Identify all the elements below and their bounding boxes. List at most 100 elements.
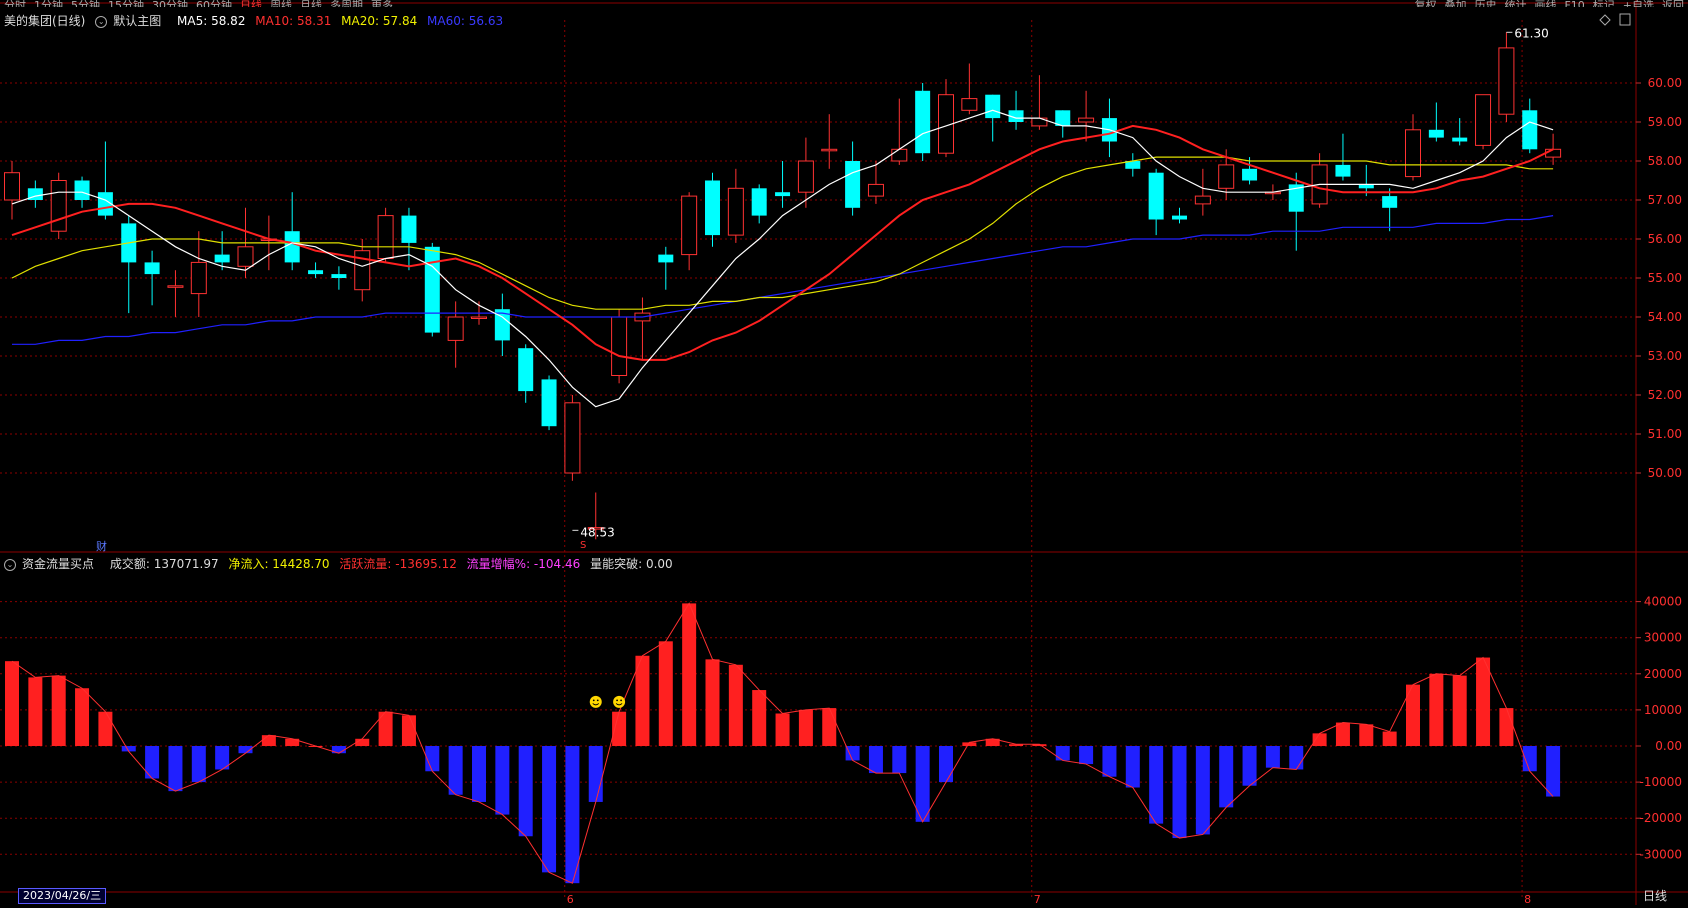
candle-up[interactable] <box>1218 164 1235 189</box>
flow-bar-positive[interactable] <box>752 690 767 746</box>
flow-bar-positive[interactable] <box>75 688 90 746</box>
candle-up[interactable] <box>167 285 184 288</box>
smiley-icon[interactable] <box>589 695 602 708</box>
flow-bar-negative[interactable] <box>1219 746 1234 808</box>
flow-bar-negative[interactable] <box>168 746 183 792</box>
flow-bar-positive[interactable] <box>658 641 673 746</box>
flow-bar-negative[interactable] <box>1195 746 1210 835</box>
flow-bar-positive[interactable] <box>1359 724 1374 746</box>
candle-up[interactable] <box>1545 148 1562 158</box>
candle-down[interactable] <box>308 270 324 275</box>
period-tab[interactable]: 5分钟 <box>71 0 100 7</box>
candle-up[interactable] <box>821 148 838 152</box>
period-indicator[interactable]: 日线 <box>1624 888 1686 904</box>
period-tab[interactable]: 更多 <box>371 0 393 7</box>
candle-up[interactable] <box>50 180 67 232</box>
candle-down[interactable] <box>541 379 557 427</box>
period-tab[interactable]: 60分钟 <box>196 0 232 7</box>
smiley-icon[interactable] <box>613 695 626 708</box>
chevron-down-icon[interactable]: ⌄ <box>4 558 16 571</box>
tool-tab[interactable]: 标记 <box>1593 0 1615 7</box>
indicator-selector[interactable]: ⌄ 资金流量买点 <box>4 557 100 571</box>
flow-bar-positive[interactable] <box>1429 673 1444 746</box>
flow-bar-positive[interactable] <box>1382 731 1397 746</box>
tool-tab[interactable]: 历史 <box>1474 0 1496 7</box>
candle-down[interactable] <box>518 348 534 392</box>
stock-title[interactable]: 美的集团(日线) <box>4 14 85 28</box>
flow-bar-negative[interactable] <box>542 746 557 873</box>
template-selector[interactable]: ⌄ 默认主图 <box>95 14 167 28</box>
flow-bar-negative[interactable] <box>472 746 486 802</box>
tool-tab[interactable]: 叠加 <box>1444 0 1466 7</box>
flow-bar-negative[interactable] <box>518 746 533 837</box>
flow-bar-negative[interactable] <box>588 746 603 802</box>
flow-bar-negative[interactable] <box>1172 746 1187 839</box>
candle-up[interactable] <box>1078 117 1095 123</box>
candle-down[interactable] <box>775 192 791 197</box>
flow-bar-positive[interactable] <box>261 735 276 746</box>
flow-bar-negative[interactable] <box>1079 746 1094 765</box>
candle-down[interactable] <box>331 274 347 278</box>
period-tab[interactable]: 分时 <box>4 0 26 7</box>
period-tab[interactable]: 30分钟 <box>152 0 188 7</box>
financial-marker[interactable]: 财 <box>96 538 107 554</box>
candle-up[interactable] <box>377 215 394 260</box>
flow-bar-positive[interactable] <box>682 603 697 746</box>
flow-bar-negative[interactable] <box>1546 746 1561 797</box>
candle-up[interactable] <box>237 246 254 267</box>
flow-bar-negative[interactable] <box>448 746 463 795</box>
chart-canvas[interactable]: 60.0059.0058.0057.0056.0055.0054.0053.00… <box>0 0 1688 906</box>
flow-bar-positive[interactable] <box>51 675 66 746</box>
flow-bar-positive[interactable] <box>775 713 790 746</box>
candle-down[interactable] <box>144 262 160 275</box>
flow-bar-negative[interactable] <box>191 746 206 783</box>
tool-tab[interactable]: +自选 <box>1623 0 1654 7</box>
tool-tabs[interactable]: 复权 叠加 历史 统计 画线 F10 标记 +自选 返回 <box>1406 0 1684 7</box>
chart-stage[interactable]: 60.00 59.00 58.00 57.00 56.00 55.00 54.00 53.00… <box>0 0 1688 908</box>
candle-down[interactable] <box>1172 215 1187 220</box>
candle-down[interactable] <box>1522 110 1538 150</box>
flow-bar-positive[interactable] <box>1499 708 1514 746</box>
candle-down[interactable] <box>401 215 417 243</box>
signal-marker[interactable]: S <box>580 540 586 551</box>
candle-down[interactable] <box>985 94 1001 119</box>
candle-up[interactable] <box>961 98 978 111</box>
window-icon[interactable] <box>1619 13 1631 26</box>
candle-up[interactable] <box>447 316 464 341</box>
flow-bar-negative[interactable] <box>1055 746 1070 761</box>
flow-bar-negative[interactable] <box>845 746 860 761</box>
candle-down[interactable] <box>214 254 230 263</box>
tool-tab[interactable]: F10 <box>1564 0 1584 7</box>
candle-up[interactable] <box>891 148 908 162</box>
period-tab[interactable]: 多周期 <box>330 0 363 7</box>
candle-up[interactable] <box>1475 94 1492 146</box>
flow-bar-positive[interactable] <box>798 709 813 746</box>
chevron-down-icon[interactable]: ⌄ <box>95 15 108 28</box>
period-tab[interactable]: 日线 <box>240 0 262 7</box>
flow-bar-positive[interactable] <box>1312 733 1327 746</box>
flow-bar-positive[interactable] <box>1476 657 1491 746</box>
period-tab[interactable]: 1分钟 <box>34 0 63 7</box>
candle-up[interactable] <box>190 261 207 295</box>
candle-up[interactable] <box>797 160 814 193</box>
flow-bar-negative[interactable] <box>145 746 160 779</box>
period-tab[interactable]: 15分钟 <box>108 0 144 7</box>
candle-up[interactable] <box>611 316 628 376</box>
candle-down[interactable] <box>1242 168 1258 181</box>
candle-up[interactable] <box>564 402 581 474</box>
candle-up[interactable] <box>471 316 487 319</box>
flow-bar-positive[interactable] <box>98 711 113 746</box>
flow-bar-positive[interactable] <box>401 715 416 746</box>
flow-bar-negative[interactable] <box>1149 746 1164 824</box>
tool-tab[interactable]: 统计 <box>1504 0 1526 7</box>
candle-down[interactable] <box>74 180 90 201</box>
candle-down[interactable] <box>1452 137 1468 142</box>
flow-bar-negative[interactable] <box>495 746 510 815</box>
candle-down[interactable] <box>1428 129 1444 138</box>
candle-down[interactable] <box>1382 196 1398 208</box>
candle-down[interactable] <box>705 180 720 236</box>
period-tab[interactable]: 周线 <box>270 0 292 7</box>
flow-bar-positive[interactable] <box>822 708 837 746</box>
candle-down[interactable] <box>424 246 440 333</box>
tool-tab[interactable]: 复权 <box>1414 0 1436 7</box>
